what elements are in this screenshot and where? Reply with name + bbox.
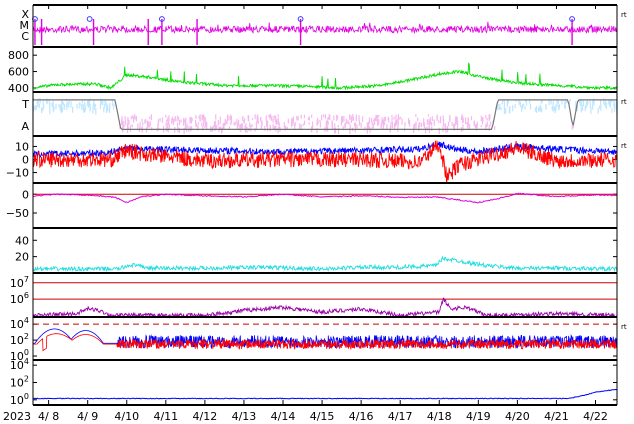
ytick-speed-600: 600 bbox=[8, 66, 29, 79]
chart-panels: XMCrt800600400TArt100−10rt0−504020107106… bbox=[6, 4, 627, 407]
x-tick-label-7: 4/15 bbox=[310, 410, 335, 423]
x-tick-label-12: 4/20 bbox=[505, 410, 530, 423]
ylabel-T: T bbox=[21, 98, 29, 111]
solar-wind-speed-line bbox=[32, 61, 618, 91]
ytick-bfield-0: 0 bbox=[22, 154, 29, 167]
x-tick-label-8: 4/16 bbox=[349, 410, 374, 423]
x-tick-label-14: 4/22 bbox=[583, 410, 608, 423]
x-tick-label-5: 4/13 bbox=[232, 410, 257, 423]
ytick-bottom-1e2: 102 bbox=[10, 375, 29, 390]
bfield-line-Bz bbox=[32, 140, 618, 183]
x-tick-label-10: 4/18 bbox=[427, 410, 452, 423]
ytick-proton-1e2: 102 bbox=[10, 332, 29, 347]
flare-marker-1 bbox=[86, 16, 93, 22]
ytick-electron-1e6: 106 bbox=[10, 291, 29, 306]
bottom-flux-line bbox=[32, 388, 618, 400]
ytick-bottom-1e0: 100 bbox=[10, 392, 29, 407]
ytick-proton-1e4: 104 bbox=[10, 316, 29, 331]
ytick-electron-1e7: 107 bbox=[10, 275, 29, 290]
ytick-dst-0: 0 bbox=[22, 188, 29, 201]
x-tick-label-13: 4/21 bbox=[544, 410, 569, 423]
ytick-speed-400: 400 bbox=[8, 82, 29, 95]
kp-line bbox=[32, 255, 618, 273]
x-tick-label-4: 4/12 bbox=[193, 410, 218, 423]
ytick-bottom-1e4: 104 bbox=[10, 357, 29, 372]
ytick-dst--50: −50 bbox=[6, 207, 29, 220]
ylabel-C: C bbox=[21, 30, 29, 43]
x-tick-label-11: 4/19 bbox=[466, 410, 491, 423]
electron-flux-line bbox=[32, 297, 618, 319]
x-tick-label-0: 4/ 8 bbox=[38, 410, 59, 423]
right-marker-bfield: rt bbox=[621, 142, 627, 150]
x-tick-label-1: 4/ 9 bbox=[77, 410, 98, 423]
xray-flux-line bbox=[32, 21, 618, 35]
x-tick-label-9: 4/17 bbox=[388, 410, 413, 423]
right-marker-xmc: rt bbox=[621, 11, 627, 19]
space-weather-stack-chart: XMCrt800600400TArt100−10rt0−504020107106… bbox=[3, 4, 627, 423]
x-axis-year-label: 2023 bbox=[3, 410, 31, 423]
ytick-bfield--10: −10 bbox=[6, 167, 29, 180]
ylabel-A: A bbox=[21, 120, 29, 133]
ytick-bfield-10: 10 bbox=[15, 140, 29, 153]
ytick-speed-800: 800 bbox=[8, 49, 29, 62]
right-marker-proton: rt bbox=[621, 323, 627, 331]
x-tick-label-3: 4/11 bbox=[153, 410, 178, 423]
x-tick-label-2: 4/10 bbox=[114, 410, 139, 423]
ytick-kp-40: 40 bbox=[15, 234, 29, 247]
ytick-kp-20: 20 bbox=[15, 251, 29, 264]
right-marker-polarity: rt bbox=[621, 98, 627, 106]
x-tick-label-6: 4/14 bbox=[271, 410, 296, 423]
